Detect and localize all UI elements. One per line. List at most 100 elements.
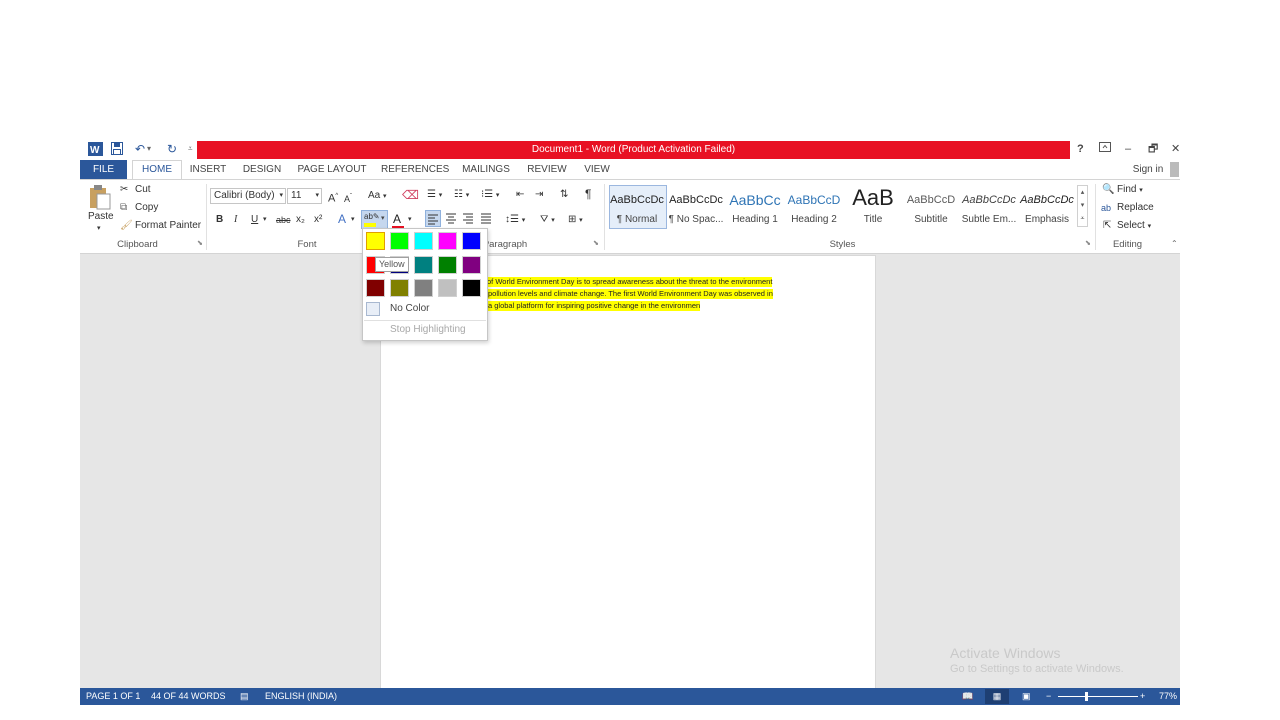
highlight-swatch-green[interactable] <box>438 256 457 274</box>
tab-page-layout[interactable]: PAGE LAYOUT <box>297 160 367 179</box>
word-count[interactable]: 44 OF 44 WORDS <box>151 688 226 705</box>
zoom-slider[interactable] <box>1058 696 1138 697</box>
paste-dropdown-icon[interactable]: ▾ <box>97 222 101 236</box>
style-heading-2[interactable]: AaBbCcD Heading 2 <box>785 185 843 227</box>
style-heading-1[interactable]: AaBbCc Heading 1 <box>726 185 784 227</box>
align-right-icon[interactable] <box>461 210 475 228</box>
clipboard-launcher-icon[interactable]: ⬊ <box>197 237 203 251</box>
customize-quick-access-icon[interactable]: ⩡ <box>188 142 193 156</box>
align-left-button[interactable] <box>425 210 441 227</box>
line-spacing-icon[interactable]: ↕☰ ▾ <box>505 213 525 228</box>
highlight-dropdown-icon[interactable]: ▾ <box>381 214 385 222</box>
highlight-swatch-dark-yellow[interactable] <box>390 279 409 297</box>
highlight-swatch-yellow[interactable] <box>366 232 385 250</box>
restore-button[interactable]: 🗗 <box>1148 142 1158 156</box>
collapse-ribbon-icon[interactable]: ⌃ <box>1171 237 1178 251</box>
style-normal[interactable]: AaBbCcDc ¶ Normal <box>608 185 666 227</box>
language-indicator[interactable]: ENGLISH (INDIA) <box>265 688 337 705</box>
tab-insert[interactable]: INSERT <box>188 160 228 179</box>
document-line[interactable]: a global platform for inspiring positive… <box>488 301 701 311</box>
replace-icon[interactable]: ab <box>1101 201 1111 215</box>
show-formatting-icon[interactable]: ¶ <box>585 187 591 201</box>
document-line[interactable]: pollution levels and climate change. The… <box>488 289 773 299</box>
italic-button[interactable]: I <box>234 213 237 227</box>
minimize-button[interactable]: – <box>1125 142 1131 156</box>
format-painter-icon[interactable]: 🖌 <box>120 219 133 233</box>
multilevel-list-icon[interactable]: ⁝☰ ▾ <box>481 188 499 203</box>
tab-design[interactable]: DESIGN <box>241 160 283 179</box>
format-painter-button[interactable]: Format Painter <box>135 219 201 233</box>
cut-icon[interactable]: ✂ <box>120 183 128 197</box>
zoom-out-icon[interactable]: − <box>1046 688 1051 705</box>
select-icon[interactable]: ⇱ <box>1103 219 1111 233</box>
shading-icon[interactable]: ⛛ ▾ <box>540 213 555 228</box>
change-case-button[interactable]: Aa ▾ <box>368 189 387 204</box>
paste-icon[interactable] <box>88 184 112 212</box>
styles-scroll-down-icon[interactable]: ▾ <box>1078 199 1087 212</box>
numbering-icon[interactable]: ☷ ▾ <box>454 188 469 203</box>
copy-icon[interactable]: ⧉ <box>120 201 127 215</box>
subscript-button[interactable]: x₂ <box>296 213 305 227</box>
grow-font-button[interactable]: A^ <box>328 189 338 206</box>
align-center-icon[interactable] <box>444 210 458 228</box>
paste-button[interactable]: Paste <box>88 210 114 224</box>
font-color-dropdown-icon[interactable]: ▾ <box>408 213 412 227</box>
ribbon-display-options-icon[interactable] <box>1099 142 1111 156</box>
highlight-swatch-bright-green[interactable] <box>390 232 409 250</box>
tab-review[interactable]: REVIEW <box>527 160 567 179</box>
font-size-dropdown-icon[interactable]: ▾ <box>315 189 319 203</box>
style-no-spacing[interactable]: AaBbCcDc ¶ No Spac... <box>667 185 725 227</box>
undo-icon[interactable]: ↶ <box>135 142 145 156</box>
tab-home[interactable]: HOME <box>132 160 182 180</box>
highlight-swatch-black[interactable] <box>462 279 481 297</box>
close-button[interactable]: ✕ <box>1171 142 1180 156</box>
strikethrough-button[interactable]: abc <box>276 213 291 227</box>
replace-button[interactable]: Replace <box>1117 201 1154 215</box>
text-highlight-button[interactable]: ab✎ ▾ <box>361 210 388 229</box>
document-line[interactable]: of World Environment Day is to spread aw… <box>487 277 773 287</box>
account-icon[interactable] <box>1170 162 1179 177</box>
bullets-icon[interactable]: ☰ ▾ <box>427 188 442 203</box>
text-effects-icon[interactable]: A <box>338 212 346 226</box>
save-icon[interactable] <box>111 142 123 158</box>
shrink-font-button[interactable]: Aˇ <box>344 190 352 206</box>
styles-scroll-up-icon[interactable]: ▴ <box>1078 186 1087 199</box>
select-button[interactable]: Select ▾ <box>1117 219 1151 234</box>
find-button[interactable]: Find ▾ <box>1117 183 1143 198</box>
web-layout-icon[interactable]: ▣ <box>1022 688 1031 705</box>
print-layout-icon[interactable]: ▦ <box>985 689 1009 704</box>
bold-button[interactable]: B <box>216 213 223 227</box>
underline-dropdown-icon[interactable]: ▾ <box>263 213 267 227</box>
highlight-swatch-teal[interactable] <box>414 256 433 274</box>
sort-icon[interactable]: ⇅ <box>560 188 568 202</box>
cut-button[interactable]: Cut <box>135 183 151 197</box>
highlight-swatch-gray-25[interactable] <box>438 279 457 297</box>
borders-icon[interactable]: ⊞ ▾ <box>568 213 583 228</box>
styles-launcher-icon[interactable]: ⬊ <box>1085 237 1091 251</box>
decrease-indent-icon[interactable]: ⇤ <box>516 188 524 202</box>
tab-file[interactable]: FILE <box>80 160 127 179</box>
help-button[interactable]: ? <box>1077 142 1084 156</box>
highlight-swatch-blue[interactable] <box>462 232 481 250</box>
style-subtle-emphasis[interactable]: AaBbCcDc Subtle Em... <box>960 185 1018 227</box>
read-mode-icon[interactable]: 📖 <box>962 688 973 705</box>
font-name-dropdown-icon[interactable]: ▾ <box>279 189 283 203</box>
highlight-swatch-violet[interactable] <box>462 256 481 274</box>
style-title[interactable]: AaB Title <box>844 185 902 227</box>
highlight-swatch-gray-50[interactable] <box>414 279 433 297</box>
style-emphasis[interactable]: AaBbCcDc Emphasis <box>1018 185 1076 227</box>
underline-button[interactable]: U <box>251 213 258 227</box>
proofing-icon[interactable]: ▤ <box>240 688 249 705</box>
tab-mailings[interactable]: MAILINGS <box>459 160 513 179</box>
zoom-level[interactable]: 77% <box>1159 688 1177 705</box>
tab-view[interactable]: VIEW <box>581 160 613 179</box>
font-name-box[interactable]: Calibri (Body) ▾ <box>210 188 286 204</box>
undo-dropdown-icon[interactable]: ▾ <box>147 142 151 156</box>
font-color-icon[interactable]: A <box>393 212 401 226</box>
style-subtitle[interactable]: AaBbCcD Subtitle <box>902 185 960 227</box>
increase-indent-icon[interactable]: ⇥ <box>535 188 543 202</box>
font-size-box[interactable]: 11 ▾ <box>287 188 322 204</box>
paragraph-launcher-icon[interactable]: ⬊ <box>593 237 599 251</box>
sign-in-link[interactable]: Sign in <box>1128 160 1168 179</box>
clear-formatting-icon[interactable]: ⌫ <box>402 188 419 202</box>
